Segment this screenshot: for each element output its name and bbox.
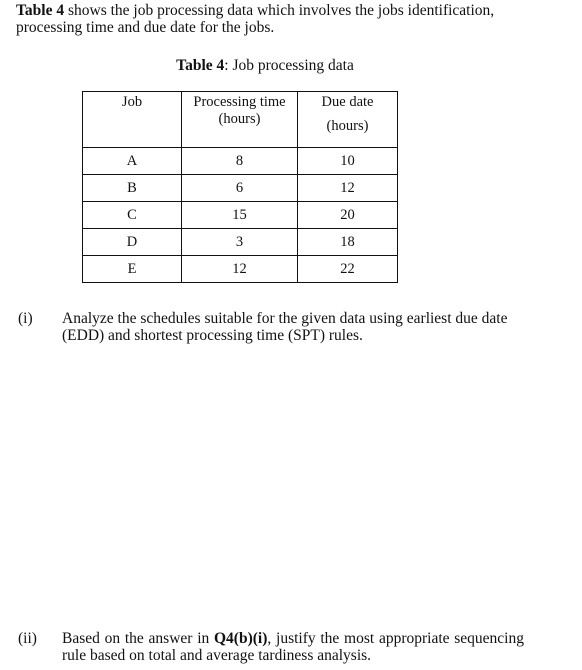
header-due-date-unit: (hours): [326, 118, 369, 134]
cell-processing-time: 6: [181, 174, 298, 202]
cell-due-date: 20: [297, 201, 398, 229]
table-row: B 6 12: [82, 174, 398, 202]
intro-text: shows the job processing data which invo…: [16, 2, 495, 36]
intro-table-ref: Table 4: [16, 2, 65, 19]
question-text: Analyze the schedules suitable for the g…: [62, 310, 508, 344]
header-processing-time: Processing time (hours): [181, 91, 298, 148]
cell-job: E: [82, 255, 182, 283]
header-job: Job: [82, 91, 182, 148]
table-header-row: Job Processing time (hours) Due date (ho…: [82, 91, 398, 148]
cell-processing-time: 12: [181, 255, 298, 283]
table-row: A 8 10: [82, 147, 398, 175]
table-row: E 12 22: [82, 255, 398, 283]
cell-job: B: [82, 174, 182, 202]
question-number: (ii): [18, 630, 37, 647]
cell-due-date: 18: [297, 228, 398, 256]
question-number: (i): [18, 310, 33, 327]
header-processing-time-unit: (hours): [218, 111, 261, 127]
caption-table-ref: Table 4: [176, 57, 225, 74]
cell-job: A: [82, 147, 182, 175]
table-row: D 3 18: [82, 228, 398, 256]
cell-due-date: 22: [297, 255, 398, 283]
header-due-date-label: Due date: [321, 94, 374, 110]
question-text: Based on the answer in Q4(b)(i), justify…: [62, 630, 524, 664]
header-due-date: Due date (hours): [297, 91, 398, 148]
cell-processing-time: 8: [181, 147, 298, 175]
job-processing-table: Job Processing time (hours) Due date (ho…: [82, 91, 398, 283]
table-caption: Table 4: Job processing data: [0, 57, 530, 75]
caption-text: : Job processing data: [224, 57, 354, 74]
table-row: C 15 20: [82, 201, 398, 229]
cell-processing-time: 3: [181, 228, 298, 256]
cell-job: C: [82, 201, 182, 229]
header-processing-time-label: Processing time: [193, 94, 286, 110]
cell-due-date: 12: [297, 174, 398, 202]
intro-paragraph: Table 4 shows the job processing data wh…: [16, 2, 556, 36]
question-reference: Q4(b)(i): [214, 630, 268, 647]
cell-due-date: 10: [297, 147, 398, 175]
cell-job: D: [82, 228, 182, 256]
cell-processing-time: 15: [181, 201, 298, 229]
question-text-before: Based on the answer in: [62, 630, 214, 647]
